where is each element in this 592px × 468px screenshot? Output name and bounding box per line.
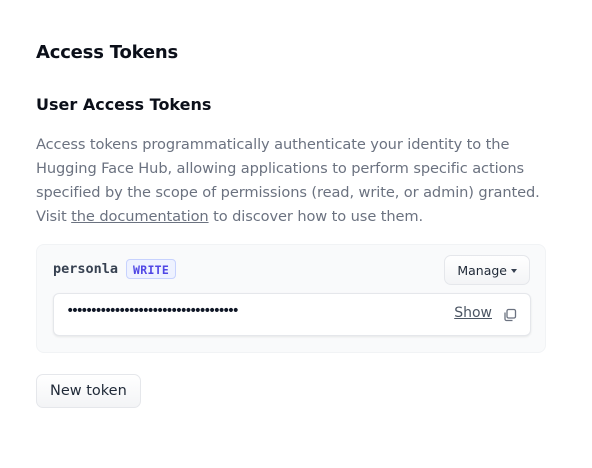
show-token-link[interactable]: Show (454, 305, 492, 321)
documentation-link[interactable]: the documentation (71, 208, 209, 225)
section-description: Access tokens programmatically authentic… (36, 133, 548, 229)
token-card: personla WRITE Manage ••••••••••••••••••… (36, 244, 546, 353)
masked-token-value: •••••••••••••••••••••••••••••••••••• (66, 303, 240, 319)
description-text-end: to discover how to use them. (208, 208, 424, 225)
section-title: User Access Tokens (36, 95, 212, 114)
manage-button-label: Manage (457, 262, 507, 278)
manage-button[interactable]: Manage (444, 255, 530, 285)
new-token-button[interactable]: New token (36, 374, 141, 408)
token-value-field[interactable]: •••••••••••••••••••••••••••••••••••• Sho… (53, 293, 531, 336)
chevron-down-icon (511, 268, 517, 273)
token-name: personla (53, 261, 119, 277)
token-role-badge: WRITE (126, 259, 177, 279)
page-title: Access Tokens (36, 42, 179, 63)
new-token-button-label: New token (50, 383, 127, 399)
copy-icon[interactable] (503, 308, 517, 322)
